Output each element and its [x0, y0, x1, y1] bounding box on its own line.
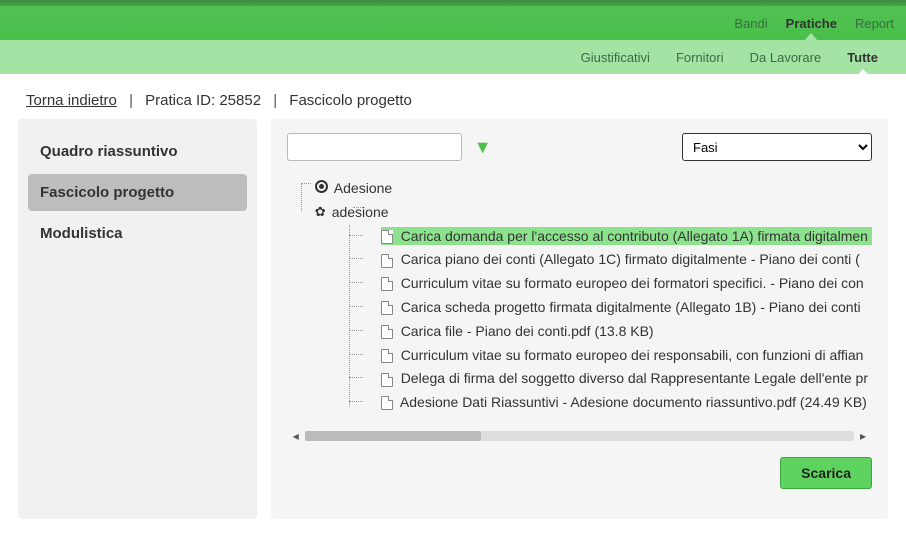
document-row[interactable]: Carica file - Piano dei conti.pdf (13.8 …	[381, 322, 658, 340]
file-icon	[381, 373, 393, 387]
gear-icon: ✿	[315, 201, 326, 223]
secondary-nav: Giustificativi Fornitori Da Lavorare Tut…	[0, 40, 906, 74]
document-row[interactable]: Carica piano dei conti (Allegato 1C) fir…	[381, 250, 864, 268]
filter-icon[interactable]: ▼	[474, 138, 492, 156]
breadcrumb-section: Fascicolo progetto	[289, 92, 412, 109]
tree-sub-label: adesione	[332, 201, 389, 225]
list-item: Curriculum vitae su formato europeo dei …	[359, 272, 872, 296]
scroll-track[interactable]	[305, 431, 854, 441]
filters-row: ▼ Fasi	[287, 133, 872, 161]
actions-row: Scarica	[287, 457, 872, 489]
document-tree: Adesione ✿ adesione Carica domanda per l	[287, 177, 872, 415]
file-icon	[381, 301, 393, 315]
file-icon	[381, 254, 393, 268]
scroll-thumb[interactable]	[305, 431, 481, 441]
document-label: Adesione Dati Riassuntivi - Adesione doc…	[400, 394, 867, 410]
document-row[interactable]: Adesione Dati Riassuntivi - Adesione doc…	[381, 393, 871, 411]
file-icon	[381, 230, 393, 244]
list-item: Carica file - Piano dei conti.pdf (13.8 …	[359, 320, 872, 344]
document-label: Carica domanda per l'accesso al contribu…	[401, 228, 868, 244]
phase-select[interactable]: Fasi	[682, 133, 872, 161]
document-label: Curriculum vitae su formato europeo dei …	[401, 275, 864, 291]
document-row[interactable]: Carica domanda per l'accesso al contribu…	[381, 227, 872, 245]
tree-scroll[interactable]: Adesione ✿ adesione Carica domanda per l	[287, 177, 872, 415]
nav1-item-bandi[interactable]: Bandi	[734, 16, 767, 31]
document-row[interactable]: Curriculum vitae su formato europeo dei …	[381, 346, 868, 364]
list-item: Carica domanda per l'accesso al contribu…	[359, 225, 872, 249]
list-item: Curriculum vitae su formato europeo dei …	[359, 344, 872, 368]
sidebar-item-modulistica[interactable]: Modulistica	[28, 215, 247, 252]
nav2-item-fornitori[interactable]: Fornitori	[676, 50, 724, 65]
breadcrumb-sep: |	[129, 92, 133, 109]
scroll-right-icon[interactable]: ▸	[854, 429, 872, 443]
scroll-left-icon[interactable]: ◂	[287, 429, 305, 443]
tree-root: Adesione ✿ adesione Carica domanda per l	[287, 177, 872, 415]
list-item: Carica scheda progetto firmata digitalme…	[359, 296, 872, 320]
breadcrumb-sep: |	[273, 92, 277, 109]
document-label: Carica piano dei conti (Allegato 1C) fir…	[401, 251, 860, 267]
sidebar: Quadro riassuntivo Fascicolo progetto Mo…	[18, 119, 257, 519]
horizontal-scrollbar[interactable]: ◂ ▸	[287, 429, 872, 443]
document-row[interactable]: Delega di firma del soggetto diverso dal…	[381, 369, 872, 387]
document-label: Carica file - Piano dei conti.pdf (13.8 …	[401, 323, 654, 339]
content-area: Quadro riassuntivo Fascicolo progetto Mo…	[0, 119, 906, 539]
main-panel: ▼ Fasi Adesione ✿ adesione	[271, 119, 888, 519]
file-icon	[381, 349, 393, 363]
nav2-item-dalavorare[interactable]: Da Lavorare	[750, 50, 822, 65]
search-input[interactable]	[287, 133, 462, 161]
radio-selected-icon	[315, 180, 328, 193]
nav1-item-report[interactable]: Report	[855, 16, 894, 31]
document-label: Carica scheda progetto firmata digitalme…	[401, 299, 861, 315]
tree-root-label: Adesione	[334, 177, 392, 201]
document-row[interactable]: Curriculum vitae su formato europeo dei …	[381, 274, 868, 292]
breadcrumb-back-link[interactable]: Torna indietro	[26, 92, 117, 109]
list-item: Delega di firma del soggetto diverso dal…	[359, 367, 872, 391]
document-row[interactable]: Carica scheda progetto firmata digitalme…	[381, 298, 865, 316]
list-item: Adesione Dati Riassuntivi - Adesione doc…	[359, 391, 872, 415]
breadcrumb-pratica-id: Pratica ID: 25852	[145, 92, 261, 109]
download-button[interactable]: Scarica	[780, 457, 872, 489]
tree-sub-node[interactable]: ✿ adesione	[315, 201, 872, 225]
document-label: Curriculum vitae su formato europeo dei …	[401, 347, 864, 363]
document-label: Delega di firma del soggetto diverso dal…	[401, 370, 868, 386]
nav2-item-giustificativi[interactable]: Giustificativi	[581, 50, 650, 65]
document-list: Carica domanda per l'accesso al contribu…	[315, 225, 872, 415]
tree-root-node[interactable]: Adesione	[315, 177, 872, 201]
nav1-item-pratiche[interactable]: Pratiche	[786, 16, 837, 31]
sidebar-item-quadro[interactable]: Quadro riassuntivo	[28, 133, 247, 170]
nav2-item-tutte[interactable]: Tutte	[847, 50, 878, 65]
sidebar-item-fascicolo[interactable]: Fascicolo progetto	[28, 174, 247, 211]
breadcrumb: Torna indietro | Pratica ID: 25852 | Fas…	[0, 74, 906, 119]
file-icon	[381, 277, 393, 291]
tree-sub: ✿ adesione Carica domanda per l'accesso …	[315, 201, 872, 415]
list-item: Carica piano dei conti (Allegato 1C) fir…	[359, 248, 872, 272]
file-icon	[381, 396, 393, 410]
primary-nav: Bandi Pratiche Report	[0, 6, 906, 40]
file-icon	[381, 325, 393, 339]
